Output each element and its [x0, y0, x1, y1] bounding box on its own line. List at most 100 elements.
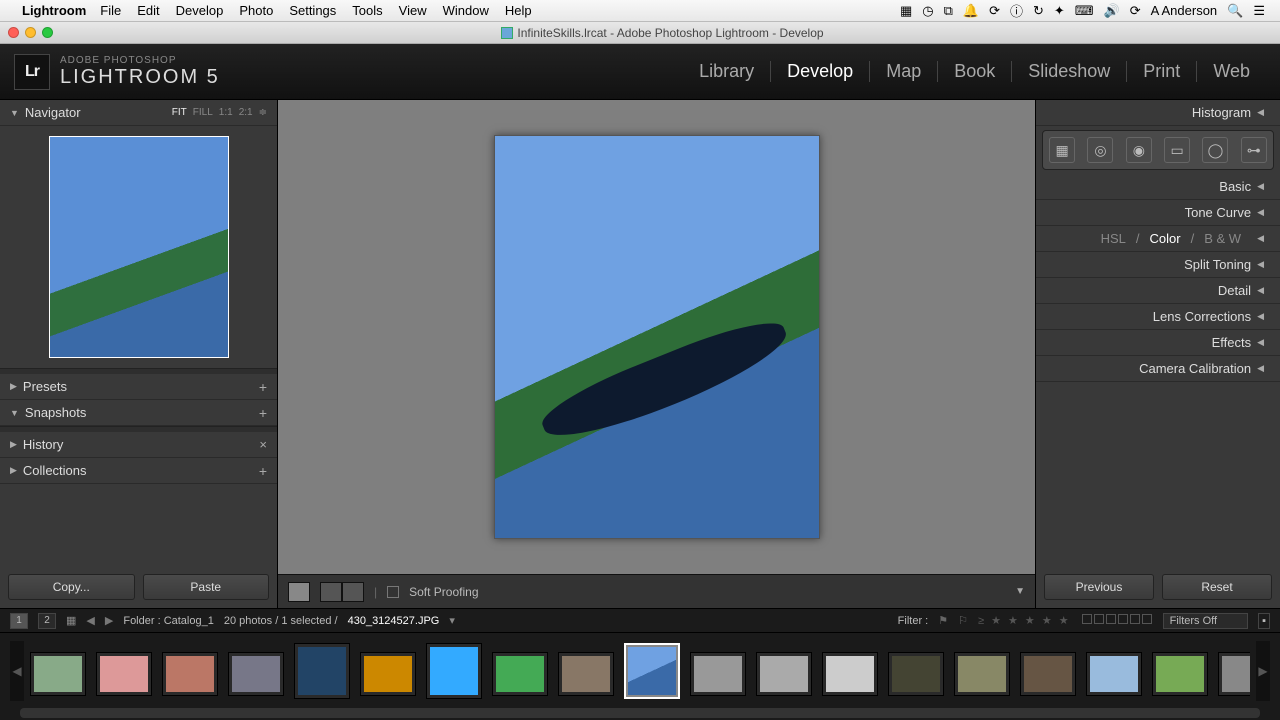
- nav-zoom-2to1[interactable]: 2:1: [239, 107, 253, 118]
- add-snapshot-button[interactable]: +: [259, 405, 267, 421]
- filmstrip-thumb[interactable]: [162, 652, 218, 696]
- color-label-filter[interactable]: [1081, 614, 1153, 627]
- hsl-header[interactable]: HSL/ Color/ B & W: [1036, 226, 1280, 252]
- add-collection-button[interactable]: +: [259, 463, 267, 479]
- menu-tools[interactable]: Tools: [352, 3, 382, 18]
- menu-file[interactable]: File: [100, 3, 121, 18]
- next-photo-button[interactable]: ▶: [105, 614, 113, 627]
- grid-icon[interactable]: ▦: [66, 614, 76, 627]
- filmstrip-thumb[interactable]: [294, 643, 350, 699]
- collections-header[interactable]: Collections +: [0, 458, 277, 484]
- filmstrip-scrollbar[interactable]: [20, 708, 1260, 718]
- rating-filter[interactable]: ≥ ★ ★ ★ ★ ★: [978, 614, 1071, 627]
- flag-filter-icon[interactable]: ⚐: [958, 614, 968, 627]
- reset-button[interactable]: Reset: [1162, 574, 1272, 600]
- filmstrip-thumb[interactable]: [228, 652, 284, 696]
- filmstrip-thumb[interactable]: [756, 652, 812, 696]
- filmstrip-thumb[interactable]: [1020, 652, 1076, 696]
- filmstrip-left-edge[interactable]: ◀: [10, 641, 24, 701]
- color-tab[interactable]: Color: [1150, 231, 1181, 246]
- screen-2-button[interactable]: 2: [38, 613, 56, 629]
- filmstrip-thumb[interactable]: [1152, 652, 1208, 696]
- paste-button[interactable]: Paste: [143, 574, 270, 600]
- filmstrip-thumb[interactable]: [96, 652, 152, 696]
- filmstrip-thumb[interactable]: [954, 652, 1010, 696]
- detail-header[interactable]: Detail: [1036, 278, 1280, 304]
- canvas[interactable]: [278, 100, 1035, 574]
- module-develop[interactable]: Develop: [771, 61, 870, 82]
- module-slideshow[interactable]: Slideshow: [1012, 61, 1127, 82]
- bw-tab[interactable]: B & W: [1204, 231, 1241, 246]
- menu-develop[interactable]: Develop: [176, 3, 224, 18]
- filmstrip-thumb[interactable]: [822, 652, 878, 696]
- split-toning-header[interactable]: Split Toning: [1036, 252, 1280, 278]
- module-web[interactable]: Web: [1197, 61, 1266, 82]
- soft-proofing-checkbox[interactable]: [387, 586, 399, 598]
- folder-path[interactable]: Folder : Catalog_1: [123, 615, 214, 627]
- close-window-button[interactable]: [8, 27, 19, 38]
- status-icon[interactable]: ✦: [1054, 3, 1065, 19]
- flag-filter-icon[interactable]: ⚑: [938, 614, 948, 627]
- module-print[interactable]: Print: [1127, 61, 1197, 82]
- filmstrip[interactable]: ◀ ▶: [0, 632, 1280, 708]
- navigator-preview[interactable]: [49, 136, 229, 358]
- app-menu[interactable]: Lightroom: [22, 3, 86, 18]
- module-book[interactable]: Book: [938, 61, 1012, 82]
- notification-center-icon[interactable]: ☰: [1253, 3, 1265, 19]
- status-icon[interactable]: 🔔: [963, 3, 979, 19]
- add-preset-button[interactable]: +: [259, 379, 267, 395]
- nav-zoom-menu-icon[interactable]: ≑: [259, 107, 267, 118]
- toolbar-disclosure[interactable]: ▼: [1015, 586, 1025, 597]
- previous-button[interactable]: Previous: [1044, 574, 1154, 600]
- volume-icon[interactable]: 🔊: [1104, 3, 1120, 19]
- spotlight-icon[interactable]: 🔍: [1227, 3, 1243, 19]
- radial-tool-icon[interactable]: ◯: [1202, 137, 1228, 163]
- menu-window[interactable]: Window: [443, 3, 489, 18]
- histogram-header[interactable]: Histogram: [1036, 100, 1280, 126]
- filters-off-dropdown[interactable]: Filters Off: [1163, 613, 1248, 629]
- filmstrip-thumb[interactable]: [360, 652, 416, 696]
- menu-settings[interactable]: Settings: [289, 3, 336, 18]
- filmstrip-thumb[interactable]: [558, 652, 614, 696]
- status-icon[interactable]: ⟳: [989, 3, 1000, 19]
- filename-menu-icon[interactable]: ▾: [449, 614, 455, 627]
- menu-edit[interactable]: Edit: [137, 3, 159, 18]
- basic-header[interactable]: Basic: [1036, 174, 1280, 200]
- main-photo[interactable]: [494, 135, 820, 539]
- menu-view[interactable]: View: [399, 3, 427, 18]
- spot-tool-icon[interactable]: ◎: [1087, 137, 1113, 163]
- filmstrip-thumb[interactable]: [888, 652, 944, 696]
- brush-tool-icon[interactable]: ⊶: [1241, 137, 1267, 163]
- module-map[interactable]: Map: [870, 61, 938, 82]
- history-header[interactable]: History ×: [0, 432, 277, 458]
- filmstrip-thumb[interactable]: [30, 652, 86, 696]
- minimize-window-button[interactable]: [25, 27, 36, 38]
- current-filename[interactable]: 430_3124527.JPG: [348, 615, 440, 627]
- module-library[interactable]: Library: [683, 61, 771, 82]
- filmstrip-right-edge[interactable]: ▶: [1256, 641, 1270, 701]
- effects-header[interactable]: Effects: [1036, 330, 1280, 356]
- dropbox-icon[interactable]: ⧉: [944, 3, 953, 19]
- zoom-window-button[interactable]: [42, 27, 53, 38]
- nav-zoom-fit[interactable]: FIT: [172, 107, 187, 118]
- user-menu[interactable]: A Anderson: [1151, 3, 1218, 18]
- menu-photo[interactable]: Photo: [239, 3, 273, 18]
- navigator-header[interactable]: Navigator FIT FILL 1:1 2:1 ≑: [0, 100, 277, 126]
- status-icon[interactable]: ↻: [1033, 3, 1044, 19]
- keyboard-icon[interactable]: ⌨: [1075, 3, 1094, 19]
- filmstrip-thumb[interactable]: [492, 652, 548, 696]
- nav-zoom-fill[interactable]: FILL: [193, 107, 213, 118]
- crop-tool-icon[interactable]: ▦: [1049, 137, 1075, 163]
- view-mode-loupe[interactable]: [288, 582, 310, 602]
- filmstrip-thumb[interactable]: [1218, 652, 1250, 696]
- filmstrip-thumb[interactable]: [690, 652, 746, 696]
- hsl-tab[interactable]: HSL: [1101, 231, 1126, 246]
- status-icon[interactable]: ▦: [900, 3, 912, 19]
- snapshots-header[interactable]: Snapshots +: [0, 400, 277, 426]
- screen-1-button[interactable]: 1: [10, 613, 28, 629]
- status-icon[interactable]: ⓘ: [1010, 1, 1023, 20]
- tone-curve-header[interactable]: Tone Curve: [1036, 200, 1280, 226]
- redeye-tool-icon[interactable]: ◉: [1126, 137, 1152, 163]
- status-icon[interactable]: ◷: [922, 3, 933, 19]
- gradient-tool-icon[interactable]: ▭: [1164, 137, 1190, 163]
